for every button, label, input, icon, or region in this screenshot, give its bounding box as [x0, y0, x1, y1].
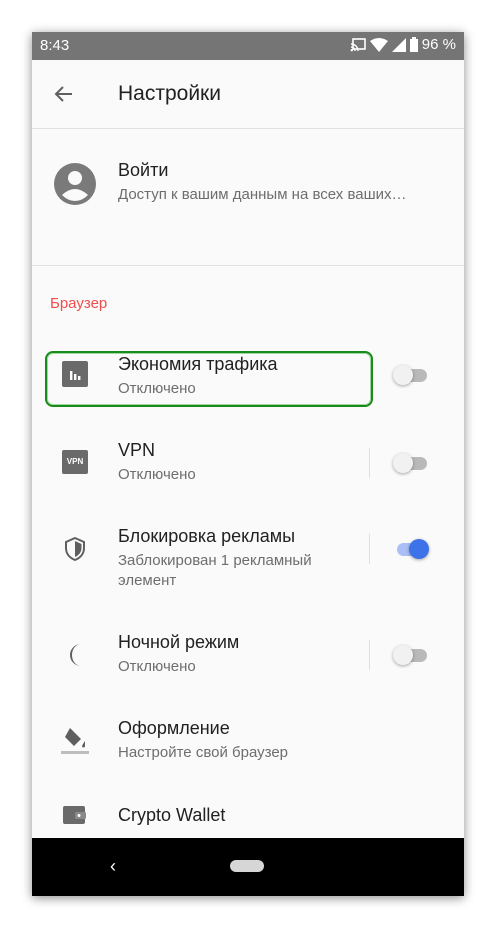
data-saver-icon	[62, 361, 88, 387]
appearance-title: Оформление	[118, 718, 230, 738]
traffic-saving-title: Экономия трафика	[118, 354, 278, 374]
battery-percent: 96 %	[421, 36, 456, 53]
night-mode-toggle[interactable]	[393, 643, 431, 667]
vpn-title: VPN	[118, 440, 156, 460]
ad-block-row[interactable]: Блокировка рекламы Заблокирован 1 реклам…	[32, 511, 464, 607]
crypto-wallet-title: Crypto Wallet	[118, 805, 226, 825]
vertical-divider	[369, 640, 370, 670]
signal-icon	[391, 37, 406, 52]
night-mode-title: Ночной режим	[118, 632, 240, 652]
vpn-status: Отключено	[118, 466, 196, 483]
appearance-subtitle: Настройте свой браузер	[118, 744, 289, 761]
vertical-divider	[369, 448, 370, 478]
settings-list: Войти Доступ к вашим данным на всех ваши…	[32, 129, 464, 838]
system-nav-bar: ‹	[32, 838, 464, 896]
traffic-saving-toggle[interactable]	[393, 363, 431, 387]
night-mode-status: Отключено	[118, 658, 196, 675]
sign-in-subtitle: Доступ к вашим данным на всех ваших…	[118, 186, 407, 203]
sign-in-title: Войти	[118, 160, 169, 180]
nav-back-icon[interactable]: ‹	[110, 856, 116, 877]
vpn-icon: VPN	[62, 450, 88, 474]
account-avatar-icon	[54, 163, 96, 205]
ad-block-toggle[interactable]	[393, 537, 431, 561]
status-icons: 96 %	[350, 36, 456, 53]
ad-block-title: Блокировка рекламы	[118, 526, 296, 546]
wallet-icon	[63, 806, 86, 824]
nav-home-pill[interactable]	[230, 860, 264, 872]
app-bar: Настройки	[32, 60, 464, 129]
page-title: Настройки	[118, 82, 221, 105]
divider	[32, 265, 464, 266]
appearance-row[interactable]: Оформление Настройте свой браузер	[32, 703, 464, 779]
status-time: 8:43	[40, 37, 70, 54]
moon-icon	[70, 644, 81, 666]
sign-in-row[interactable]: Войти Доступ к вашим данным на всех ваши…	[32, 129, 464, 265]
night-mode-row[interactable]: Ночной режим Отключено	[32, 617, 464, 697]
shield-icon	[65, 537, 85, 561]
crypto-wallet-row[interactable]: Crypto Wallet	[32, 785, 464, 838]
wifi-icon	[369, 37, 388, 52]
cast-icon	[350, 37, 366, 51]
traffic-saving-row[interactable]: Экономия трафика Отключено	[32, 339, 464, 415]
vertical-divider	[369, 534, 370, 564]
vpn-toggle[interactable]	[393, 451, 431, 475]
traffic-saving-status: Отключено	[118, 380, 196, 397]
paint-bucket-icon	[61, 728, 89, 754]
status-bar: 8:43 96 %	[32, 32, 464, 60]
ad-block-status-line1: Заблокирован 1 рекламный	[118, 552, 312, 569]
ad-block-status-line2: элемент	[118, 572, 177, 589]
back-arrow-icon[interactable]	[50, 80, 78, 108]
vpn-row[interactable]: VPN VPN Отключено	[32, 425, 464, 505]
battery-icon	[409, 37, 418, 52]
phone-screen: 8:43 96 % Настройки Войти Доступ к вашим…	[32, 32, 464, 896]
section-header-browser: Браузер	[50, 295, 108, 312]
